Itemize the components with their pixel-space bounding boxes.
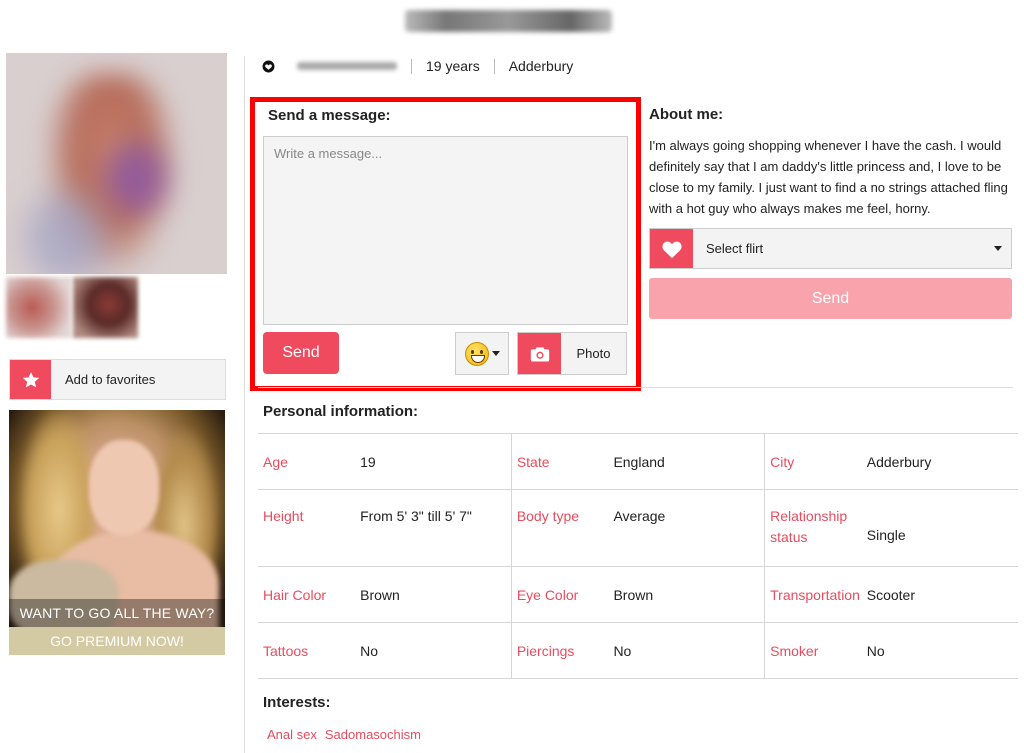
profile-header-row: 19 years Adderbury <box>262 55 587 77</box>
interests-title: Interests: <box>263 694 331 711</box>
photo-label: Photo <box>576 346 611 361</box>
info-label: Body type <box>511 489 614 567</box>
profile-thumbnail-2[interactable] <box>73 277 138 338</box>
promo-caption: WANT TO GO ALL THE WAY? <box>9 599 225 627</box>
info-value: No <box>613 622 766 679</box>
premium-promo-banner[interactable]: WANT TO GO ALL THE WAY? GO PREMIUM NOW! <box>9 410 225 655</box>
go-premium-button[interactable]: GO PREMIUM NOW! <box>9 627 225 655</box>
info-value: No <box>360 622 512 679</box>
personal-info-title: Personal information: <box>263 403 419 420</box>
camera-icon <box>518 333 561 374</box>
info-label: Relationship status <box>764 489 867 567</box>
about-me-text: I'm always going shopping whenever I hav… <box>649 138 1008 216</box>
info-label: Hair Color <box>258 566 361 623</box>
info-value: From 5' 3" till 5' 7" <box>360 489 512 567</box>
message-textarea[interactable] <box>263 136 628 325</box>
info-value: Brown <box>613 566 766 623</box>
info-label: State <box>511 433 614 490</box>
info-value: England <box>613 433 766 490</box>
heart-outline-icon <box>262 60 275 73</box>
chevron-down-icon <box>994 246 1002 251</box>
attach-photo-button[interactable]: Photo <box>517 332 627 375</box>
add-to-favorites-label: Add to favorites <box>65 372 156 387</box>
send-message-title: Send a message: <box>268 107 391 124</box>
info-value: Single <box>866 489 1018 567</box>
send-message-panel: Send a message: Send Photo <box>250 97 641 391</box>
section-divider <box>258 387 1013 388</box>
info-value: Brown <box>360 566 512 623</box>
profile-main-photo[interactable] <box>6 53 227 274</box>
info-label: Height <box>258 489 361 567</box>
interest-tag[interactable]: Anal sex <box>267 727 317 742</box>
blurred-username <box>297 62 397 70</box>
send-message-button[interactable]: Send <box>263 332 339 374</box>
profile-location: Adderbury <box>508 58 574 74</box>
info-label: Piercings <box>511 622 614 679</box>
add-to-favorites-button[interactable]: Add to favorites <box>9 359 226 400</box>
profile-thumbnail-1[interactable] <box>6 277 71 338</box>
send-flirt-button[interactable]: Send <box>649 278 1012 319</box>
interests-list: Anal sex Sadomasochism <box>267 727 421 742</box>
about-me-title: About me: <box>649 106 724 123</box>
table-row: Tattoos No Piercings No Smoker No <box>258 622 1018 679</box>
interest-tag[interactable]: Sadomasochism <box>325 727 421 742</box>
info-label: Transportation <box>764 566 867 623</box>
emoji-picker-button[interactable] <box>455 332 509 375</box>
profile-age: 19 years <box>426 58 480 74</box>
info-label: Smoker <box>764 622 867 679</box>
chevron-down-icon <box>491 351 500 356</box>
select-flirt-dropdown[interactable]: Select flirt <box>649 228 1012 269</box>
blurred-username-title <box>405 10 612 32</box>
heart-icon <box>650 229 693 268</box>
info-value: Adderbury <box>866 433 1018 490</box>
grinning-face-icon <box>464 341 489 366</box>
table-row: Hair Color Brown Eye Color Brown Transpo… <box>258 566 1018 623</box>
info-value: Scooter <box>866 566 1018 623</box>
table-row: Height From 5' 3" till 5' 7" Body type A… <box>258 489 1018 567</box>
info-value: Average <box>613 489 766 567</box>
table-row: Age 19 State England City Adderbury <box>258 433 1018 490</box>
info-value: No <box>866 622 1018 679</box>
info-label: Age <box>258 433 361 490</box>
column-divider <box>244 56 245 753</box>
info-value: 19 <box>360 433 512 490</box>
select-flirt-label: Select flirt <box>706 241 764 256</box>
personal-info-table: Age 19 State England City Adderbury Heig… <box>258 433 1018 679</box>
info-label: City <box>764 433 867 490</box>
info-label: Tattoos <box>258 622 361 679</box>
info-label: Eye Color <box>511 566 614 623</box>
star-icon <box>10 360 51 399</box>
